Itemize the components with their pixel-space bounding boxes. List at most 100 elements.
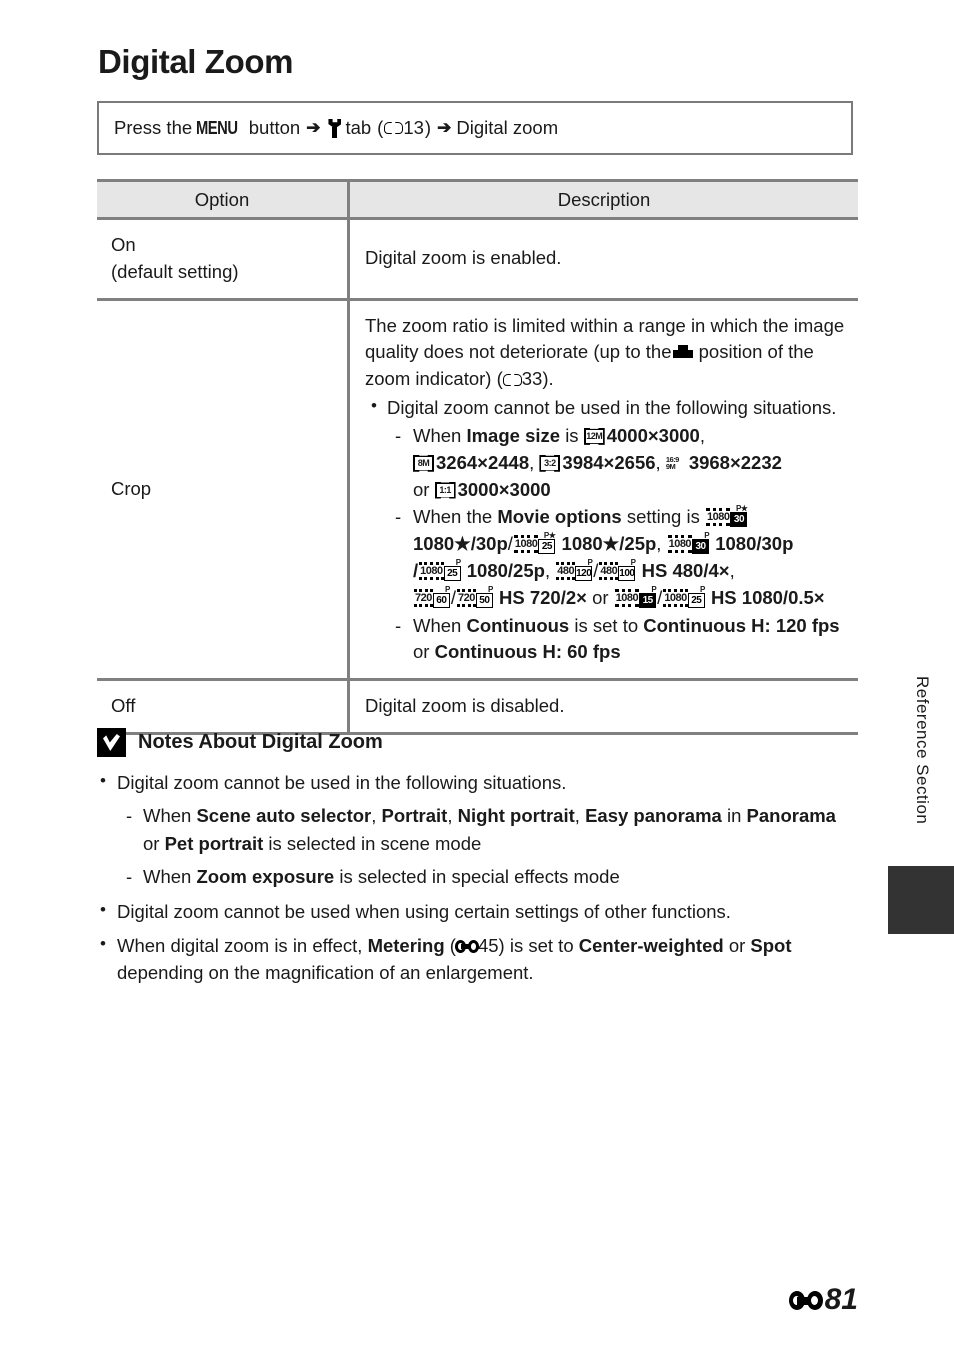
arrow-right-icon: ➔ — [306, 118, 321, 137]
sub3-value-a: Continuous H: 120 fps — [643, 614, 840, 636]
movie-icon-badge: 60 — [432, 592, 450, 608]
note-4-bold-3: Spot — [750, 934, 792, 956]
sub2-prefix: When the — [413, 506, 493, 528]
movie-icon-num: 1080 — [614, 588, 640, 607]
image-size-icon-12m-label: 12M — [586, 430, 603, 441]
menu-path-destination: Digital zoom — [456, 117, 559, 138]
list-item: When the Movie options setting is 108030… — [387, 504, 846, 611]
movie-option-icon-720p60: 720 60 P — [414, 585, 450, 608]
movie-icon-badge: 30 — [692, 539, 710, 555]
movie-icon-badge: 100 — [618, 565, 636, 581]
description-off: Digital zoom is disabled. — [347, 679, 858, 735]
note-4-bold-1: Metering — [367, 934, 445, 956]
note-2-bold-1: Zoom exposure — [196, 866, 335, 888]
note-4-part2: is set to — [509, 934, 574, 956]
note-1-bold-6: Pet portrait — [164, 832, 264, 854]
list-item: When Continuous is set to Continuous H: … — [387, 613, 846, 667]
movie-icon-sup: P — [630, 557, 636, 567]
movie-icon-badge: 25 — [443, 565, 461, 581]
list-item: Digital zoom cannot be used in the follo… — [365, 394, 846, 667]
sub1-size-3: 3968×2232 — [688, 451, 782, 473]
option-name-off: Off — [97, 679, 349, 735]
menu-path-box: Press the MENU button ➔ tab ( 13 ) ➔ Dig… — [97, 101, 853, 155]
movie-icon-badge: 25 — [687, 592, 705, 608]
note-4-paren-close: ) — [498, 934, 505, 956]
note-1-sep-2: , — [447, 805, 453, 827]
image-size-icon-3-2-label: 3:2 — [544, 457, 556, 468]
sub1-size-4: 3000×3000 — [457, 478, 551, 500]
note-1-suffix: is selected in scene mode — [268, 832, 482, 854]
note-4-or: or — [728, 934, 746, 956]
book-reference-icon — [502, 373, 522, 387]
movie-icon-num: 1080 — [419, 561, 444, 580]
column-header-description: Description — [347, 179, 858, 220]
movie-icon-badge: 120 — [575, 565, 593, 581]
movie-icon-sup: P — [587, 557, 593, 567]
note-1-sep-3: , — [574, 805, 580, 827]
side-tab-marker — [888, 866, 954, 934]
crop-intro: The zoom ratio is limited within a range… — [365, 313, 846, 393]
sub2-label-1: 1080★/25p — [561, 533, 657, 555]
options-table: Option Description On (default setting) … — [97, 179, 858, 735]
sub2-label-9: HS 1080/0.5× — [710, 586, 825, 608]
movie-icon-sup: P — [704, 531, 710, 541]
crop-intro-ref: 33 — [521, 368, 543, 390]
movie-option-icon-1080p25: 1080 25 P — [419, 558, 461, 581]
movie-icon-badge: 30 — [730, 512, 748, 528]
movie-icon-num: 480 — [556, 561, 576, 580]
description-off-text: Digital zoom is disabled. — [365, 695, 565, 717]
movie-icon-sup: P★ — [735, 504, 748, 514]
paren-open: ( — [377, 117, 384, 138]
sub1-or: or — [413, 478, 430, 500]
notes-body: Digital zoom cannot be used in the follo… — [97, 762, 857, 987]
movie-icon-sup: P★ — [543, 531, 556, 541]
note-1-bold-2: Portrait — [381, 805, 448, 827]
sub1-mid: is — [565, 424, 579, 446]
crop-bullet-text: Digital zoom cannot be used in the follo… — [387, 397, 837, 419]
movie-icon-num: 1080 — [706, 508, 731, 527]
description-on-text: Digital zoom is enabled. — [365, 247, 562, 269]
reference-section-icon — [788, 1290, 823, 1310]
sub3-or: or — [413, 641, 430, 663]
note-2-prefix: When — [143, 866, 192, 888]
menu-path-button-word: button — [248, 117, 301, 138]
movie-icon-num: 1080 — [513, 535, 539, 554]
movie-option-icon-720p50: 720 50 P — [457, 585, 493, 608]
page-title: Digital Zoom — [98, 43, 294, 80]
table-row: Off Digital zoom is disabled. — [97, 679, 858, 735]
movie-icon-badge: 25 — [538, 539, 556, 555]
sub3-value-b: Continuous H: 60 fps — [434, 641, 621, 663]
page-number: 81 — [788, 1283, 858, 1317]
note-1-bold-5: Panorama — [746, 805, 836, 827]
sub1-size-2: 3984×2656 — [562, 451, 656, 473]
sub1-size-1: 3264×2448 — [436, 451, 530, 473]
crop-bullet-list: Digital zoom cannot be used in the follo… — [365, 394, 846, 667]
note-3-text: Digital zoom cannot be used when using c… — [117, 900, 731, 922]
movie-icon-badge: 15 — [639, 592, 657, 608]
table-header-row: Option Description — [97, 179, 858, 220]
movie-icon-num: 720 — [414, 588, 433, 607]
table-row: On (default setting) Digital zoom is ena… — [97, 218, 858, 301]
side-tab-label: Reference Section — [913, 676, 932, 825]
sub2-label-3: 1080/25p — [466, 559, 545, 581]
image-size-icon-8m: 8M — [413, 454, 434, 472]
sub2-or: or — [592, 586, 609, 608]
sub2-label-2: 1080/30p — [715, 533, 794, 555]
arrow-right-icon-2: ➔ — [437, 118, 452, 137]
column-header-option: Option — [97, 179, 349, 220]
sub2-mid: setting is — [626, 506, 700, 528]
note-1-sep-1: , — [371, 805, 377, 827]
note-4-ref-page: 45 — [477, 934, 499, 956]
crop-intro-part3: ). — [542, 368, 554, 390]
list-item: When Scene auto selector, Portrait, Nigh… — [117, 802, 857, 857]
checkmark-icon — [97, 728, 126, 757]
notes-heading-text: Notes About Digital Zoom — [138, 731, 383, 753]
movie-icon-num: 480 — [599, 561, 619, 580]
note-1-bold-4: Easy panorama — [585, 805, 722, 827]
option-name-on: On (default setting) — [97, 218, 349, 301]
movie-icon-sup: P — [699, 584, 705, 594]
sub2-label-5: HS 480/4× — [641, 559, 730, 581]
movie-icon-num: 1080 — [663, 588, 688, 607]
note-1-prefix: When — [143, 805, 192, 827]
image-size-icon-16-9-label: 16:9 9M — [665, 454, 680, 472]
